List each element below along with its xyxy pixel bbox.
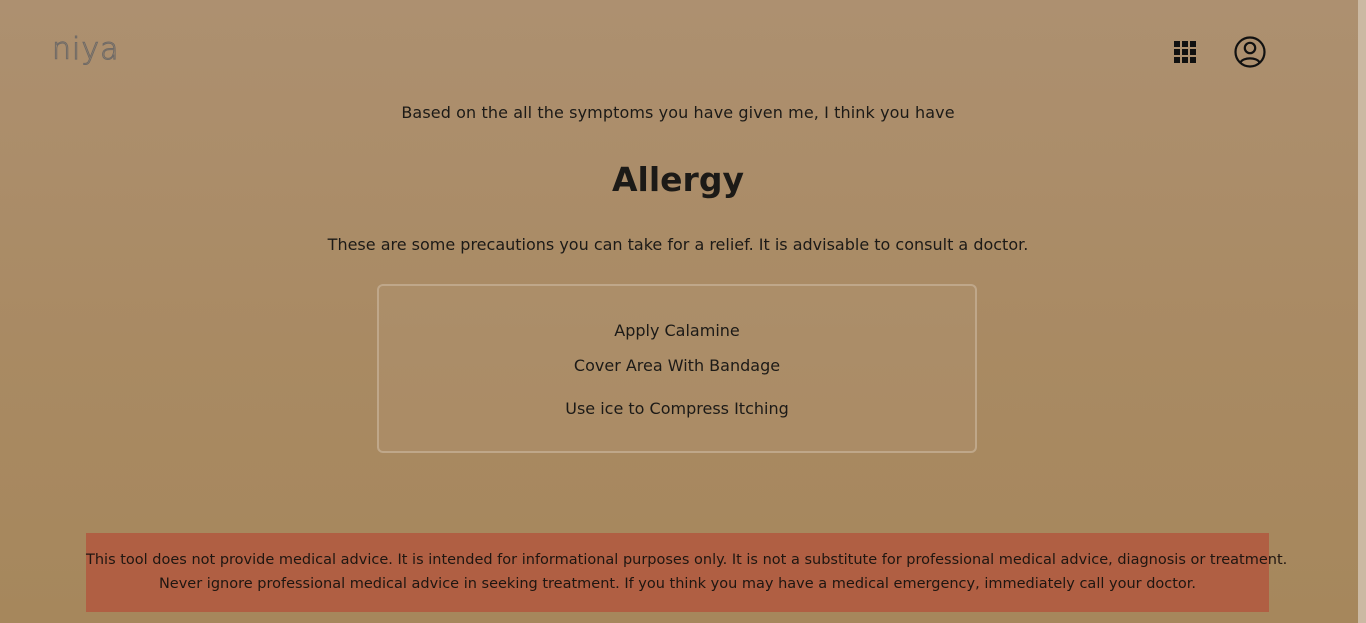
medical-disclaimer-banner: This tool does not provide medical advic… bbox=[86, 533, 1288, 612]
precautions-card: Apply Calamine Cover Area With Bandage U… bbox=[377, 284, 977, 453]
niya-logo[interactable]: niya bbox=[52, 32, 120, 68]
disclaimer-line: Never ignore professional medical advice… bbox=[158, 576, 1197, 592]
profile-button[interactable] bbox=[1233, 35, 1267, 69]
apps-grid-button[interactable] bbox=[1173, 40, 1197, 64]
precaution-item: Apply Calamine bbox=[614, 321, 740, 340]
grid-icon bbox=[1174, 41, 1196, 63]
precaution-advice-text: These are some precautions you can take … bbox=[327, 235, 1029, 254]
disclaimer-line: This tool does not provide medical advic… bbox=[86, 552, 1288, 568]
precaution-item: Use ice to Compress Itching bbox=[565, 399, 789, 418]
scrollbar[interactable] bbox=[1358, 0, 1366, 623]
diagnosis-intro-text: Based on the all the symptoms you have g… bbox=[401, 103, 955, 122]
user-circle-icon bbox=[1234, 36, 1266, 68]
precaution-item: Cover Area With Bandage bbox=[573, 356, 781, 375]
diagnosis-title: Allergy bbox=[612, 160, 744, 199]
